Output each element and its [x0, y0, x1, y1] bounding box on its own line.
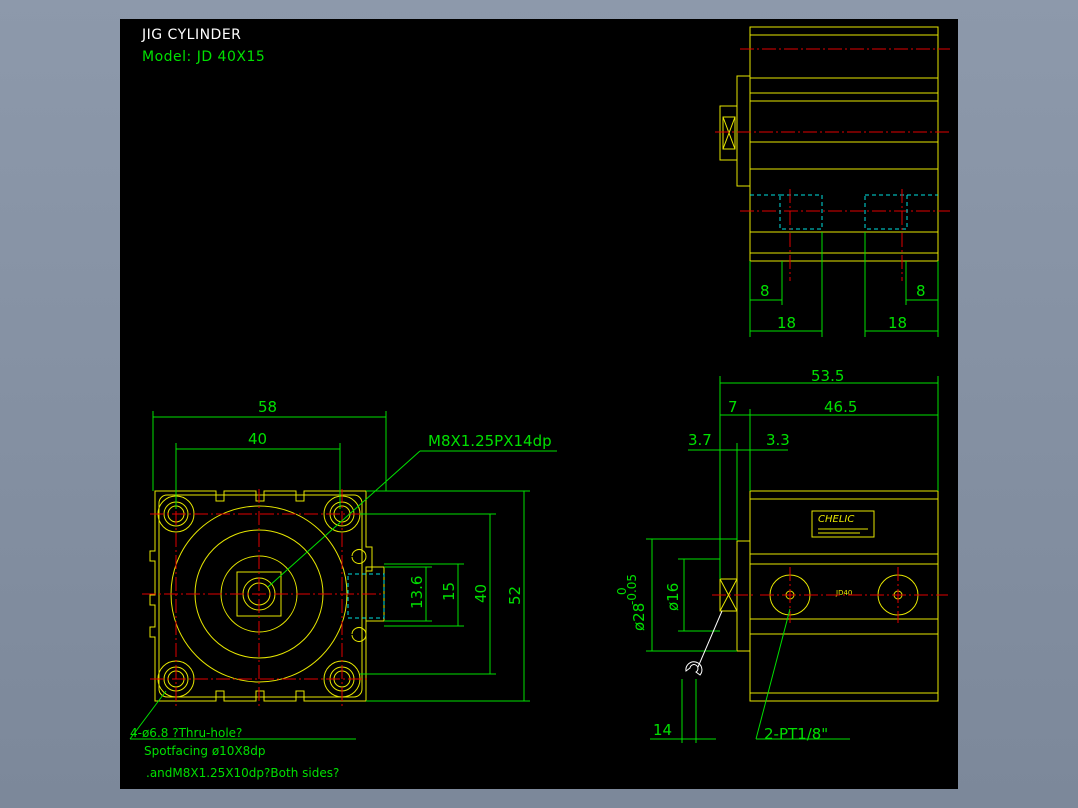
top-view-rod-cover — [736, 75, 751, 187]
dim-14: 14 — [653, 721, 672, 739]
dim-40-top: 40 — [248, 430, 267, 448]
brand-label: CHELIC — [818, 514, 854, 525]
side-view-rod-cover — [736, 540, 751, 652]
dim-18-left: 18 — [777, 314, 796, 332]
drawing-sheet: JIG CYLINDER Model: JD 40X15 8 8 18 18 5… — [120, 19, 958, 789]
dim-8-left: 8 — [760, 282, 770, 300]
dim-15: 15 — [440, 582, 458, 601]
side-view: CHELIC JD40 53.5 7 46.5 3.7 3.3 ø28 0 -0… — [615, 367, 948, 743]
dim-7: 7 — [728, 398, 738, 416]
note-line-2: Spotfacing ø10X8dp — [144, 744, 266, 758]
tol-lower: -0.05 — [625, 574, 639, 605]
hidden-port-right — [864, 194, 908, 230]
plate-code: JD40 — [835, 589, 852, 597]
port-callout: 2-PT1/8" — [764, 725, 828, 743]
drawing-title: JIG CYLINDER — [141, 27, 241, 43]
dim-46-5: 46.5 — [824, 398, 857, 416]
top-view: 8 8 18 18 — [715, 26, 950, 337]
dim-53-5: 53.5 — [811, 367, 844, 385]
cad-drawing: JIG CYLINDER Model: JD 40X15 8 8 18 18 5… — [129, 26, 950, 780]
front-view: 58 40 M8X1.25PX14dp 13.6 15 40 52 4-ø6.8… — [129, 398, 557, 780]
top-view-body — [749, 26, 939, 262]
thread-callout: M8X1.25PX14dp — [428, 432, 552, 450]
dim-52: 52 — [506, 586, 524, 605]
dim-18-right: 18 — [888, 314, 907, 332]
dim-3-3: 3.3 — [766, 431, 790, 449]
dim-58: 58 — [258, 398, 277, 416]
hidden-port-left — [779, 194, 823, 230]
dim-dia-28: ø28 — [630, 603, 648, 631]
model-label: Model: JD 40X15 — [142, 49, 265, 65]
dim-40-right: 40 — [472, 584, 490, 603]
note-line-1: 4-ø6.8 ?Thru-hole? — [130, 726, 242, 740]
dim-dia-16: ø16 — [664, 583, 682, 611]
note-line-3: .andM8X1.25X10dp?Both sides? — [146, 766, 339, 780]
dim-13-6: 13.6 — [408, 576, 426, 609]
dim-8-right: 8 — [916, 282, 926, 300]
dim-3-7: 3.7 — [688, 431, 712, 449]
